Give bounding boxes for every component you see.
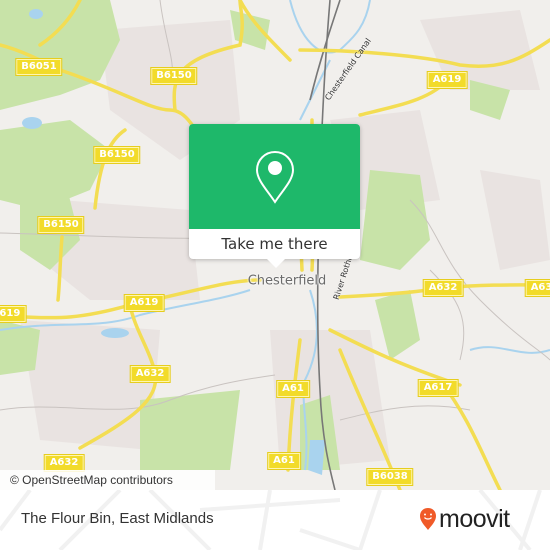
- map-attribution[interactable]: © OpenStreetMap contributors: [0, 470, 215, 490]
- brand-name: moovit: [439, 505, 510, 533]
- road-label-a61: A61: [276, 380, 310, 398]
- road-label-a619: A619: [0, 305, 27, 323]
- road-label-b6051: B6051: [15, 58, 63, 76]
- take-me-there-button[interactable]: Take me there: [189, 229, 360, 259]
- popup-pointer: [267, 259, 285, 268]
- road-label-a632: A632: [422, 279, 464, 297]
- moovit-logo[interactable]: moovit: [419, 505, 510, 533]
- location-pin-icon: [255, 150, 294, 204]
- road-label-a619: A619: [123, 294, 165, 312]
- road-label-b6150: B6150: [37, 216, 85, 234]
- road-label-a632: A632: [524, 279, 550, 297]
- road-label-a61: A61: [267, 452, 301, 470]
- footer-bar: The Flour Bin, East Midlands moovit: [0, 490, 550, 550]
- road-label-b6150: B6150: [150, 67, 198, 85]
- popup-header[interactable]: [189, 124, 360, 229]
- location-popup[interactable]: Take me there: [189, 124, 360, 268]
- road-label-a619: A619: [426, 71, 468, 89]
- road-label-b6038: B6038: [366, 468, 414, 486]
- road-label-a632: A632: [43, 454, 85, 472]
- road-label-a617: A617: [417, 379, 459, 397]
- road-label-a632: A632: [129, 365, 171, 383]
- map-view[interactable]: B6051 B6150 B6150 B6150 A619 A619 A619 A…: [0, 0, 550, 490]
- road-label-b6150: B6150: [93, 146, 141, 164]
- place-name: The Flour Bin, East Midlands: [21, 510, 214, 527]
- moovit-pin-icon: [420, 508, 436, 530]
- place-label-chesterfield: Chesterfield: [247, 273, 327, 289]
